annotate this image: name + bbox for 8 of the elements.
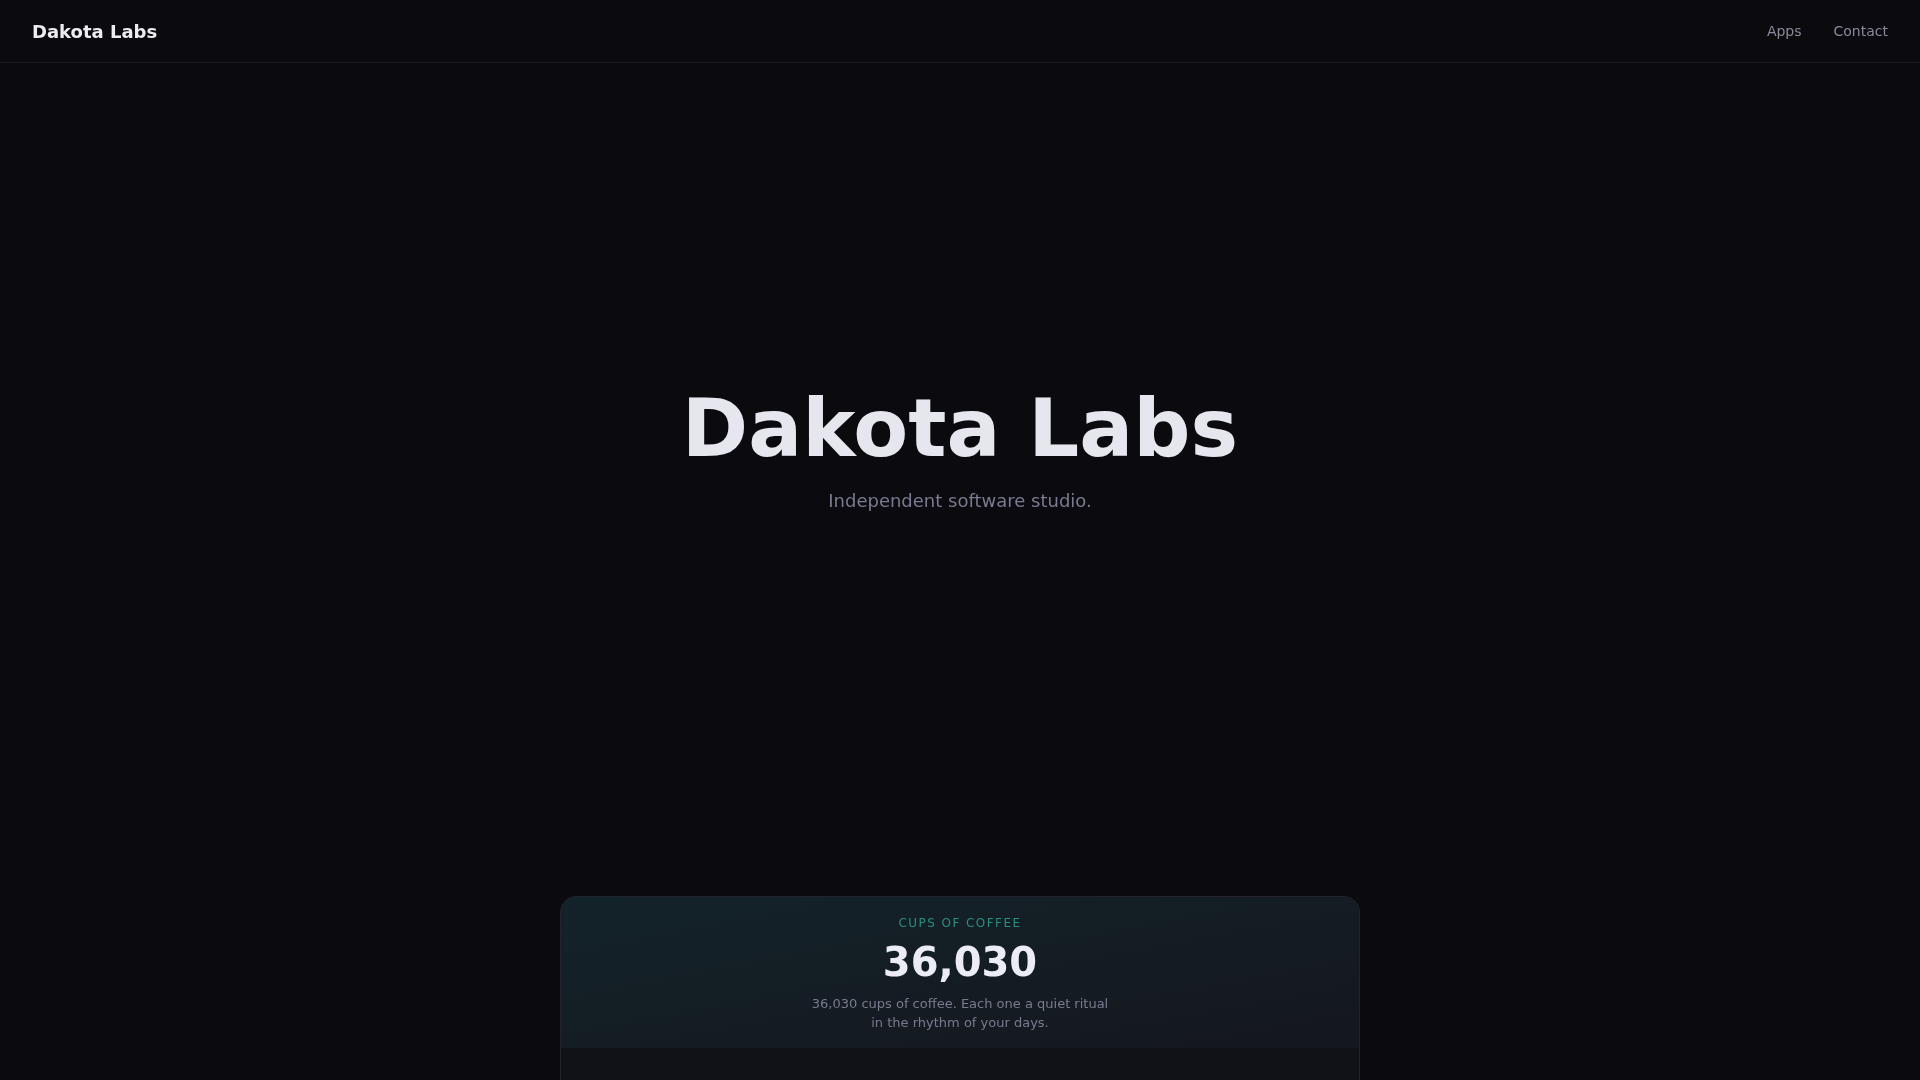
stat-description: 36,030 cups of coffee. Each one a quiet ritual in the rhythm of your days. [810, 995, 1110, 1032]
stat-value: 36,030 [882, 938, 1038, 986]
hero-title: Dakota Labs [681, 381, 1239, 477]
stat-label: CUPS OF COFFEE [898, 915, 1022, 932]
nav-link[interactable]: Apps [1766, 20, 1802, 42]
hero-subtitle: Independent software studio. [828, 489, 1092, 513]
nav-link[interactable]: Contact [1833, 20, 1888, 42]
brand-name[interactable]: Dakota Labs [32, 17, 158, 45]
